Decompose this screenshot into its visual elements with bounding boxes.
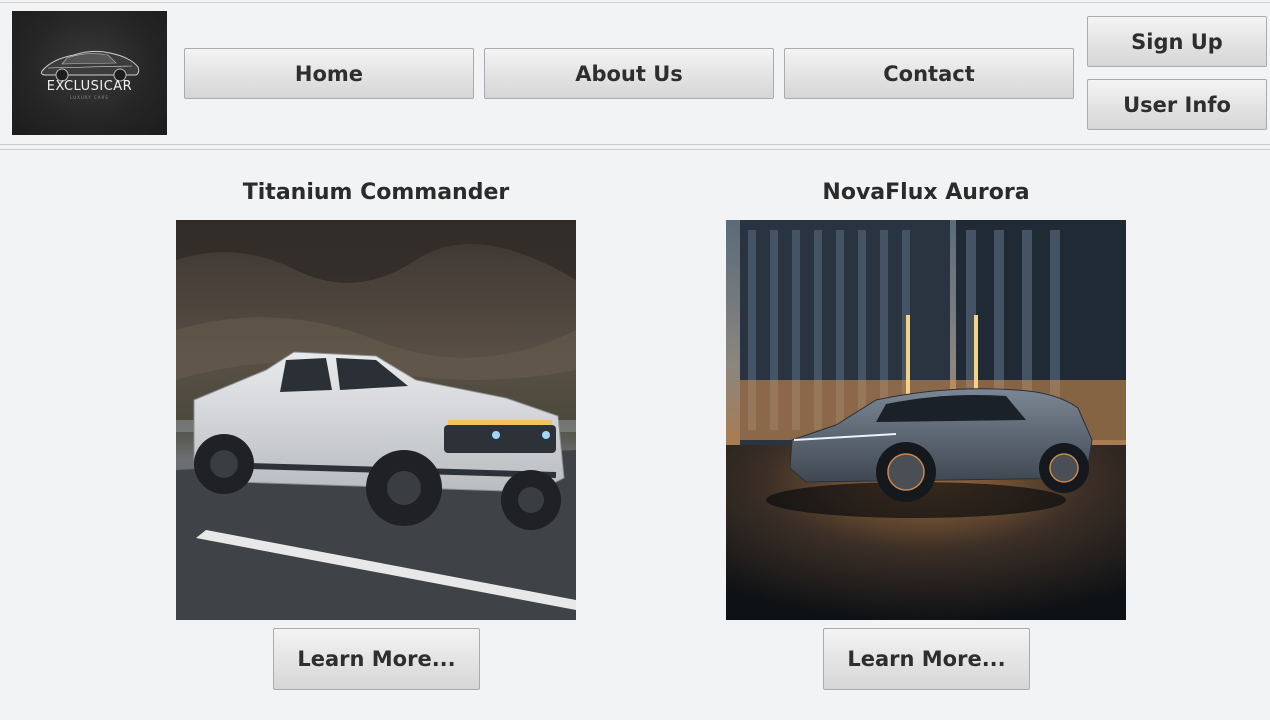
header-divider <box>0 149 1270 150</box>
car-photo-electric-suv <box>726 220 1126 620</box>
car-title: Titanium Commander <box>242 180 510 205</box>
nav-about-us-button[interactable]: About Us <box>484 48 774 99</box>
nav-contact-button[interactable]: Contact <box>784 48 1074 99</box>
car-photo-pickup-truck <box>176 220 576 620</box>
brand-logo[interactable]: EXCLUSICAR LUXURY CARS <box>12 11 167 135</box>
learn-more-button[interactable]: Learn More... <box>273 628 480 690</box>
user-info-button[interactable]: User Info <box>1087 79 1267 130</box>
brand-tagline: LUXURY CARS <box>70 95 109 100</box>
header-divider <box>0 144 1270 145</box>
learn-more-button[interactable]: Learn More... <box>823 628 1030 690</box>
nav-home-button[interactable]: Home <box>184 48 474 99</box>
sign-up-button[interactable]: Sign Up <box>1087 16 1267 67</box>
car-logo-icon <box>41 50 140 82</box>
site-header: EXCLUSICAR LUXURY CARS Home About Us Con… <box>0 0 1270 148</box>
brand-name: EXCLUSICAR <box>46 79 133 94</box>
car-title: NovaFlux Aurora <box>822 180 1030 205</box>
